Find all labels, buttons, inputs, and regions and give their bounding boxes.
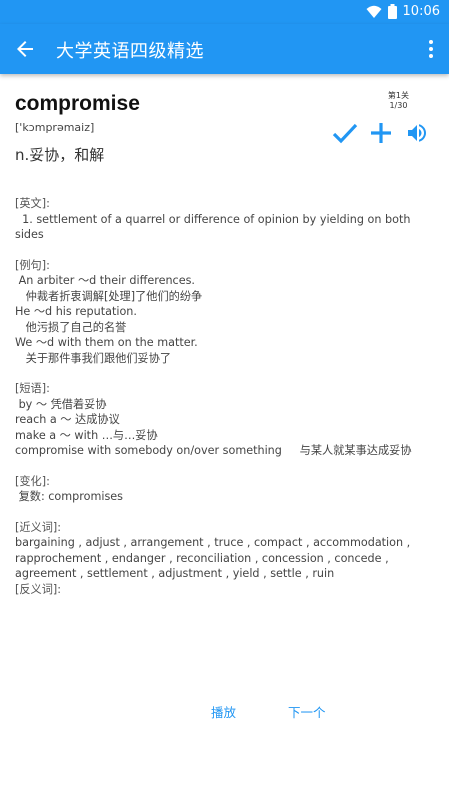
level-progress: 1/30 <box>389 101 408 110</box>
status-time: 10:06 <box>402 4 440 19</box>
section-phrases: [短语]: by ～ 凭借着妥协 reach a ～ 达成协议 make a ～… <box>15 381 435 459</box>
back-button[interactable] <box>12 37 38 61</box>
pronounce-button[interactable] <box>402 118 432 148</box>
play-button[interactable]: 播放 <box>211 702 236 721</box>
english-line: 1. settlement of a quarrel or difference… <box>15 212 414 242</box>
section-examples: [例句]: An arbiter ～d their differences. 仲… <box>15 258 435 367</box>
phrase-line: compromise with somebody on/over somethi… <box>15 444 412 457</box>
bottom-actions: 播放 下一个 <box>0 702 449 724</box>
section-phrases-header: [短语]: <box>15 382 50 395</box>
section-antonyms-header: [反义词]: <box>15 582 62 596</box>
section-synonyms: [近义词]: bargaining , adjust , arrangement… <box>15 520 435 582</box>
level-indicator: 第1关 1/30 <box>388 91 409 111</box>
status-right: 10:06 <box>366 4 440 19</box>
next-button[interactable]: 下一个 <box>288 702 326 721</box>
inflection-line: 复数: compromises <box>15 490 124 503</box>
phrase-line: reach a ～ 达成协议 <box>15 413 120 426</box>
status-bar: 10:06 <box>0 0 449 24</box>
phrase-line: by ～ 凭借着妥协 <box>15 397 107 411</box>
example-line: We ～d with them on the matter. <box>15 336 198 349</box>
example-line: An arbiter ～d their differences. <box>15 274 195 287</box>
section-english: [英文]: 1. settlement of a quarrel or diff… <box>15 196 435 243</box>
example-line: 关于那件事我们跟他们妥协了 <box>15 351 172 365</box>
app-bar: 大学英语四级精选 <box>0 24 449 74</box>
word-phonetic: ['kɔmprəmaiz] <box>15 121 95 134</box>
overflow-menu-button[interactable] <box>423 38 439 60</box>
check-icon <box>332 123 358 144</box>
plus-icon <box>371 123 391 143</box>
synonym-line: bargaining , adjust , arrangement , truc… <box>15 536 414 580</box>
battery-icon <box>387 4 397 19</box>
example-line: 他污损了自己的名誉 <box>15 320 127 334</box>
mark-known-button[interactable] <box>330 118 360 148</box>
section-examples-header: [例句]: <box>15 258 50 272</box>
arrow-left-icon <box>17 41 33 57</box>
word-meaning: n.妥协，和解 <box>15 146 105 164</box>
level-label: 第1关 <box>387 91 409 100</box>
section-inflections: [变化]: 复数: compromises <box>15 474 435 505</box>
add-word-button[interactable] <box>366 118 396 148</box>
section-english-header: [英文]: <box>15 197 50 210</box>
section-inflections-header: [变化]: <box>15 474 50 488</box>
app-title: 大学英语四级精选 <box>56 41 204 62</box>
example-line: 仲裁者折衷调解[处理]了他们的纷争 <box>15 289 203 303</box>
section-synonyms-header: [近义词]: <box>15 520 62 534</box>
example-line: He ～d his reputation. <box>15 305 137 318</box>
section-antonyms: [反义词]: <box>15 582 435 598</box>
volume-up-icon <box>408 124 426 142</box>
word-actions <box>330 118 438 148</box>
phrase-line: make a ～ with …与…妥协 <box>15 428 158 442</box>
wifi-icon <box>366 5 382 19</box>
word-title: compromise <box>15 92 140 115</box>
more-vert-icon <box>429 40 433 58</box>
word-details: [英文]: 1. settlement of a quarrel or diff… <box>15 196 435 612</box>
